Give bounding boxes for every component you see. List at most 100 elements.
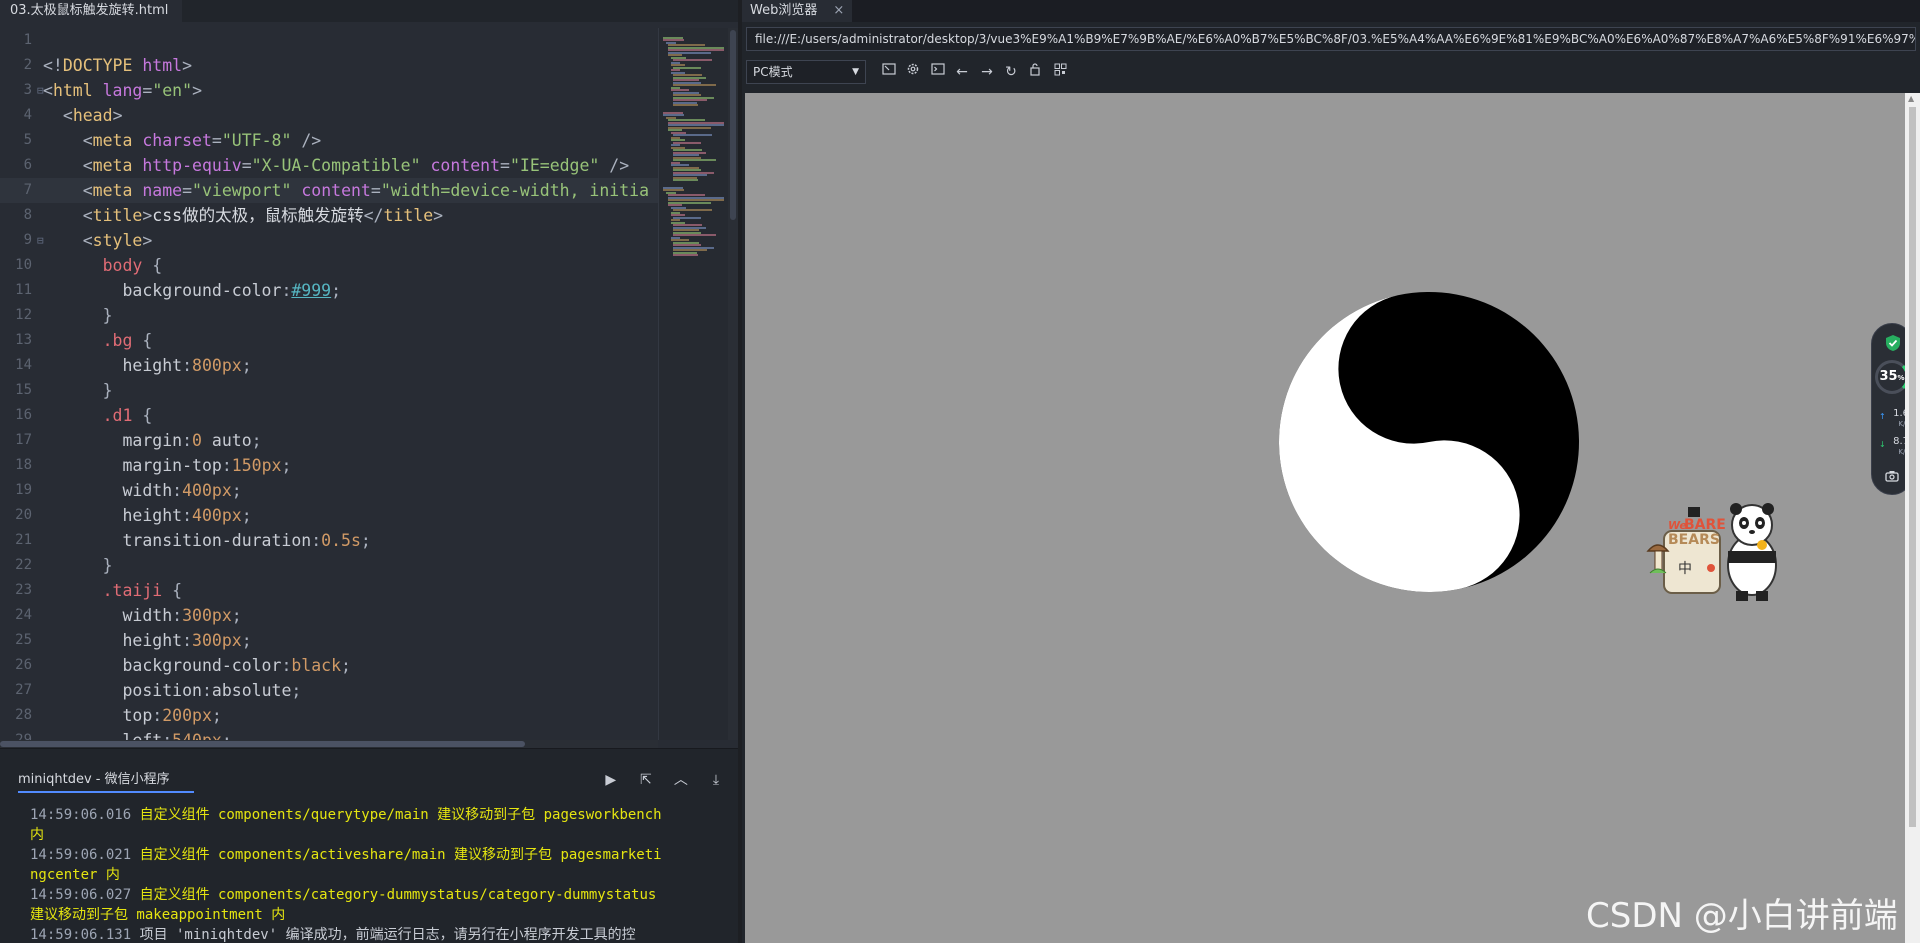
code-line[interactable]: 7 <meta name="viewport" content="width=d… (0, 178, 658, 203)
code-line[interactable]: 16 .d1 { (0, 403, 658, 428)
code-line[interactable]: 27 position:absolute; (0, 678, 658, 703)
editor-tab[interactable]: 03.太极鼠标触发旋转.html (0, 0, 183, 22)
editor-vertical-scrollbar[interactable] (728, 28, 738, 740)
mode-select-value: PC模式 (753, 65, 793, 79)
code-line[interactable]: 2 <!DOCTYPE html> (0, 53, 658, 78)
code-token: width (122, 606, 173, 625)
code-token: lang (102, 81, 143, 100)
code-line[interactable]: 9 ⊟ <style> (0, 228, 658, 253)
line-number: 26 (15, 657, 32, 673)
we-bare-bears-sticker: We BARE BEARS 中 (1646, 503, 1777, 601)
code-token: ; (331, 281, 342, 300)
code-line[interactable]: 4 <head> (0, 103, 658, 128)
camera-icon[interactable] (1884, 470, 1900, 484)
code-line[interactable]: 20 height:400px; (0, 503, 658, 528)
viewport-scrollbar[interactable]: ▲ (1905, 93, 1920, 943)
code-line[interactable]: 10 body { (0, 253, 658, 278)
code-token: "width=device-width, initia (380, 181, 650, 200)
code-line[interactable]: 14 height:800px; (0, 353, 658, 378)
editor-horizontal-scrollbar[interactable] (0, 740, 658, 748)
minimap-line (673, 179, 699, 181)
line-number: 1 (23, 32, 32, 48)
code-token: 400px (182, 481, 232, 500)
terminal-icon[interactable] (927, 61, 949, 83)
code-line[interactable]: 26 background-color:black; (0, 653, 658, 678)
browser-tab[interactable]: Web浏览器 × (742, 0, 853, 22)
collapse-up-icon[interactable]: ︿ (671, 770, 691, 790)
upload-arrow-icon: ↑ (1879, 412, 1886, 421)
code-line[interactable]: 1 (0, 28, 658, 53)
code-line[interactable]: 5 <meta charset="UTF-8" /> (0, 128, 658, 153)
log-message: 自定义组件 components/activeshare/main 建议移动到子… (139, 847, 662, 863)
code-token: 0.5s (321, 531, 361, 550)
back-arrow-icon[interactable]: ← (951, 61, 973, 83)
editor-tabbar: 03.太极鼠标触发旋转.html (0, 0, 738, 22)
code-line[interactable]: 29 left:540px; (0, 728, 658, 740)
code-line[interactable]: 3 ⊟ <html lang="en"> (0, 78, 658, 103)
screen-icon[interactable] (878, 61, 900, 83)
code-token: body (102, 256, 143, 275)
code-line[interactable]: 18 margin-top:150px; (0, 453, 658, 478)
taiji-symbol[interactable] (1278, 291, 1580, 593)
code-line[interactable]: 17 margin:0 auto; (0, 428, 658, 453)
code-token: /> (291, 131, 322, 150)
mode-select[interactable]: PC模式 ▼ (746, 60, 866, 84)
code-line[interactable]: 8 <title>css做的太极，鼠标触发旋转</title> (0, 203, 658, 228)
code-line[interactable]: 6 <meta http-equiv="X-UA-Compatible" con… (0, 153, 658, 178)
forward-arrow-icon[interactable]: → (976, 61, 998, 83)
code-line[interactable]: 12 } (0, 303, 658, 328)
page-viewport[interactable]: We BARE BEARS 中 35% ↑ 1. K ↓ 8. K (745, 93, 1905, 943)
code-line[interactable]: 13 .bg { (0, 328, 658, 353)
close-icon[interactable]: × (833, 3, 844, 18)
viewport-scroll-thumb[interactable] (1909, 107, 1916, 827)
qrcode-icon[interactable] (1049, 61, 1071, 83)
code-token: : (172, 481, 183, 500)
log-continuation: 内 (30, 825, 720, 845)
lock-icon[interactable] (1024, 61, 1046, 83)
code-token: margin-top (122, 456, 222, 475)
code-line[interactable]: 25 height:300px; (0, 628, 658, 653)
code-token: margin (122, 431, 183, 450)
scroll-up-icon[interactable]: ▲ (1908, 95, 1916, 103)
system-monitor-widget[interactable]: 35% ↑1.6K/s ↓8.7K/s (1871, 323, 1905, 495)
minimap-line (673, 254, 699, 256)
line-number: 16 (15, 407, 32, 423)
code-line[interactable]: 22 } (0, 553, 658, 578)
play-icon[interactable]: ▶ (601, 770, 621, 790)
code-line[interactable]: 28 top:200px; (0, 703, 658, 728)
editor-hscroll-thumb[interactable] (0, 741, 525, 747)
code-line[interactable]: 11 background-color:#999; (0, 278, 658, 303)
code-line[interactable]: 23 .taiji { (0, 578, 658, 603)
code-token: } (43, 556, 113, 575)
code-line[interactable]: 21 transition-duration:0.5s; (0, 528, 658, 553)
code-token: </ (363, 206, 384, 225)
code-token: css做的太极，鼠标触发旋转 (152, 206, 364, 225)
code-token: "X-UA-Compatible" (251, 156, 421, 175)
editor-scroll-thumb[interactable] (730, 30, 736, 220)
url-bar[interactable]: file:///E:/users/administrator/desktop/3… (746, 27, 1916, 51)
refresh-icon[interactable]: ↻ (1000, 61, 1022, 83)
code-token: = (211, 131, 222, 150)
code-token: ; (341, 656, 351, 675)
code-line[interactable]: 19 width:400px; (0, 478, 658, 503)
gear-icon[interactable] (902, 61, 924, 83)
code-token: top (122, 706, 153, 725)
clear-icon[interactable]: ⤓ (706, 770, 726, 790)
log-entry: 14:59:06.016 自定义组件 components/querytype/… (30, 805, 720, 825)
code-token: > (192, 81, 202, 100)
code-area[interactable]: 1 2 <!DOCTYPE html> 3 ⊟ <html lang="en"> 4 <he… (0, 28, 658, 740)
line-number: 17 (15, 432, 32, 448)
minimap[interactable] (658, 28, 728, 740)
code-line[interactable]: 15 } (0, 378, 658, 403)
line-number: 22 (15, 557, 32, 573)
console-toolbar: ▶ ⇱ ︿ ⤓ (591, 769, 726, 789)
code-line[interactable]: 24 width:300px; (0, 603, 658, 628)
code-token: transition-duration (122, 531, 312, 550)
console-tab[interactable]: miniqhtdev - 微信小程序 (18, 767, 194, 793)
code-token: > (433, 206, 444, 225)
code-text: .bg { (43, 328, 153, 353)
export-icon[interactable]: ⇱ (636, 770, 656, 790)
